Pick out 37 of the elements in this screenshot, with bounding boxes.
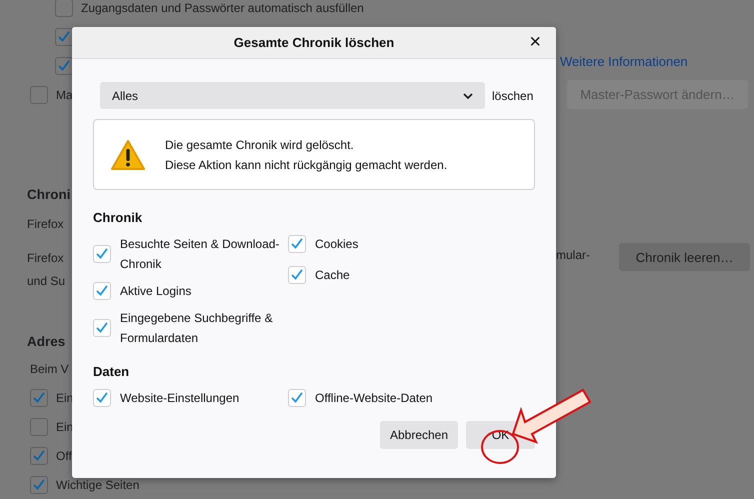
- warning-text: Die gesamte Chronik wird gelöscht.: [165, 136, 355, 152]
- checkbox[interactable]: [55, 56, 73, 74]
- dialog-title: Gesamte Chronik löschen: [234, 35, 394, 50]
- description-text: Firefox: [27, 216, 64, 233]
- section-heading: Adres: [27, 332, 66, 350]
- checkbox[interactable]: [30, 388, 48, 406]
- description-text: Firefox: [27, 250, 64, 266]
- range-label: löschen: [492, 88, 534, 102]
- cancel-button[interactable]: Abbrechen: [380, 421, 458, 449]
- section-heading: Daten: [93, 364, 130, 379]
- option-label: Off: [56, 448, 72, 462]
- description-text: Beim V: [30, 360, 69, 378]
- option-label: Zugangsdaten und Passwörter automatisch ausfüllen: [81, 0, 364, 14]
- close-button[interactable]: ×: [526, 31, 544, 53]
- time-range-dropdown[interactable]: Alles: [100, 82, 485, 109]
- checkbox[interactable]: [30, 418, 48, 436]
- checkbox[interactable]: [30, 476, 48, 494]
- section-heading: Chroni: [27, 186, 70, 204]
- option-label: Website-Einstellungen: [120, 390, 240, 407]
- option-label: Besuchte Seiten & Download-Chronik: [120, 236, 280, 273]
- option-label: Wichtige Seiten: [56, 478, 140, 492]
- option-label: Cookies: [315, 236, 360, 253]
- option-label: Ma: [56, 88, 73, 102]
- option-label: Offline-Website-Daten: [315, 390, 434, 407]
- section-heading: Chronik: [93, 210, 144, 225]
- warning-text: Diese Aktion kann nicht rückgängig gemacht werden.: [165, 156, 448, 172]
- option-label: Cache: [315, 267, 351, 284]
- warning-icon: [110, 138, 146, 170]
- checkbox[interactable]: [55, 0, 73, 16]
- chevron-down-icon: [463, 92, 473, 98]
- option-label: Aktive Logins: [120, 283, 192, 300]
- checkbox[interactable]: [55, 28, 73, 46]
- checkbox[interactable]: [30, 446, 48, 464]
- option-label: Eingegebene Suchbegriffe & Formulardaten: [120, 310, 274, 347]
- description-text: mular-: [556, 248, 590, 262]
- description-text: und Su: [27, 272, 66, 290]
- checkbox[interactable]: [30, 86, 48, 104]
